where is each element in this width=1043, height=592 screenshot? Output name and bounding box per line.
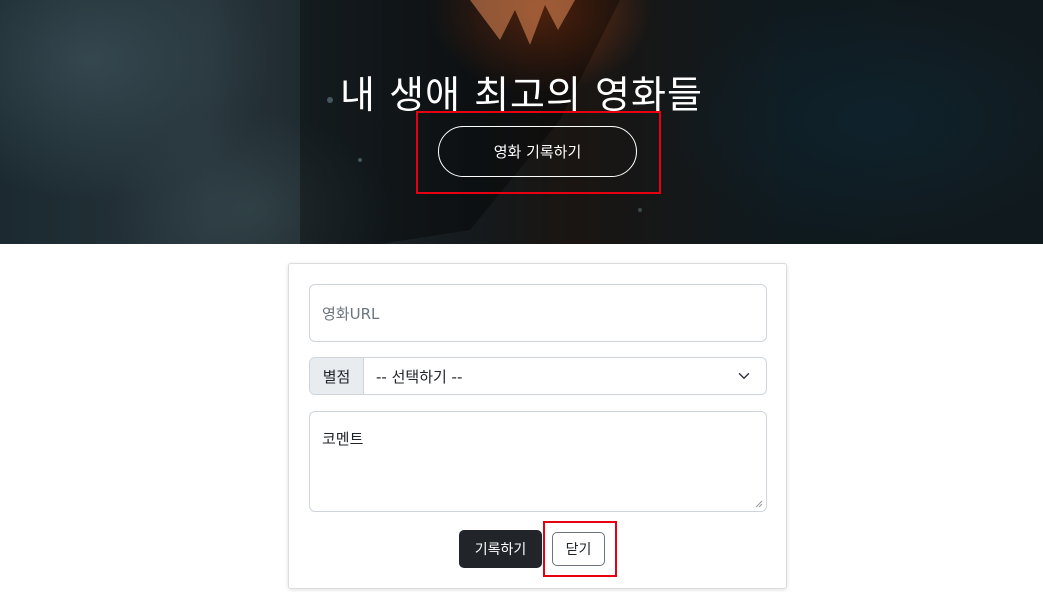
comment-placeholder: 코멘트: [322, 430, 364, 448]
close-button[interactable]: 닫기: [552, 532, 605, 566]
rating-select[interactable]: -- 선택하기 --: [364, 358, 766, 394]
comment-textarea[interactable]: 코멘트: [309, 411, 767, 512]
rating-select-group: 별점 -- 선택하기 --: [309, 357, 767, 395]
record-movie-button[interactable]: 영화 기록하기: [438, 126, 637, 177]
chevron-down-icon: [738, 373, 750, 379]
movie-url-input[interactable]: 영화URL: [309, 284, 767, 342]
save-button[interactable]: 기록하기: [459, 530, 542, 568]
resize-handle-icon[interactable]: [755, 500, 763, 508]
post-form-card: 영화URL 별점 -- 선택하기 -- 코멘트 기록하기 닫기: [288, 263, 787, 589]
rating-label: 별점: [310, 358, 364, 394]
movie-url-placeholder: 영화URL: [322, 304, 380, 323]
hero-background-image: [300, 0, 642, 244]
page-title: 내 생애 최고의 영화들: [340, 73, 703, 117]
rating-selected-value: -- 선택하기 --: [376, 367, 463, 386]
hero-banner: 내 생애 최고의 영화들 영화 기록하기: [0, 0, 1043, 244]
